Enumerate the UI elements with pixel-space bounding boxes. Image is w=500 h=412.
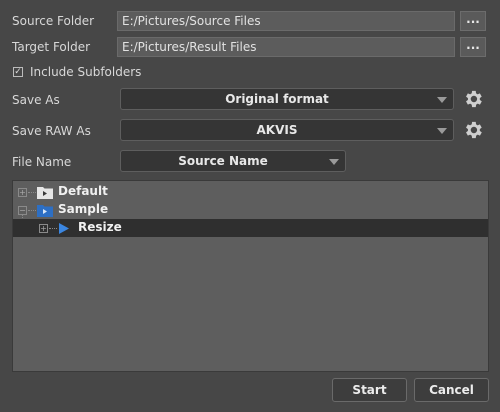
save-as-dropdown[interactable]: Original format bbox=[120, 88, 454, 110]
source-folder-browse-button[interactable]: ... bbox=[460, 11, 486, 31]
gear-icon[interactable] bbox=[462, 88, 484, 110]
target-folder-field[interactable]: E:/Pictures/Result Files bbox=[117, 37, 455, 57]
save-as-value: Original format bbox=[225, 92, 329, 106]
start-button[interactable]: Start bbox=[332, 378, 407, 402]
tree-item-label: Resize bbox=[78, 220, 122, 234]
chevron-down-icon bbox=[329, 159, 339, 165]
play-icon bbox=[59, 223, 69, 234]
tree-item-default[interactable]: + Default bbox=[13, 183, 488, 201]
expand-icon[interactable]: + bbox=[39, 224, 48, 233]
save-as-label: Save As bbox=[12, 93, 60, 107]
file-name-label: File Name bbox=[12, 155, 72, 169]
source-folder-field[interactable]: E:/Pictures/Source Files bbox=[117, 11, 455, 31]
tree-item-resize[interactable]: + Resize bbox=[13, 219, 488, 237]
folder-icon bbox=[37, 187, 53, 199]
save-raw-as-dropdown[interactable]: AKVIS bbox=[120, 119, 454, 141]
target-folder-browse-button[interactable]: ... bbox=[460, 37, 486, 57]
save-raw-as-value: AKVIS bbox=[256, 123, 298, 137]
folder-icon bbox=[37, 205, 53, 217]
chevron-down-icon bbox=[437, 97, 447, 103]
save-raw-as-label: Save RAW As bbox=[12, 124, 91, 138]
file-name-dropdown[interactable]: Source Name bbox=[120, 150, 346, 172]
include-subfolders-checkbox[interactable]: ✓ bbox=[13, 67, 23, 77]
expand-icon[interactable]: + bbox=[18, 188, 27, 197]
cancel-button[interactable]: Cancel bbox=[414, 378, 489, 402]
tree-item-label: Sample bbox=[58, 202, 109, 216]
chevron-down-icon bbox=[437, 128, 447, 134]
file-name-value: Source Name bbox=[178, 154, 268, 168]
include-subfolders-label: Include Subfolders bbox=[30, 65, 142, 79]
tree-item-sample[interactable]: − Sample bbox=[13, 201, 488, 219]
target-folder-label: Target Folder bbox=[12, 40, 91, 54]
source-folder-label: Source Folder bbox=[12, 14, 95, 28]
gear-icon[interactable] bbox=[462, 119, 484, 141]
tree-item-label: Default bbox=[58, 184, 108, 198]
presets-tree[interactable]: + Default − Sample + Resize bbox=[12, 180, 489, 372]
